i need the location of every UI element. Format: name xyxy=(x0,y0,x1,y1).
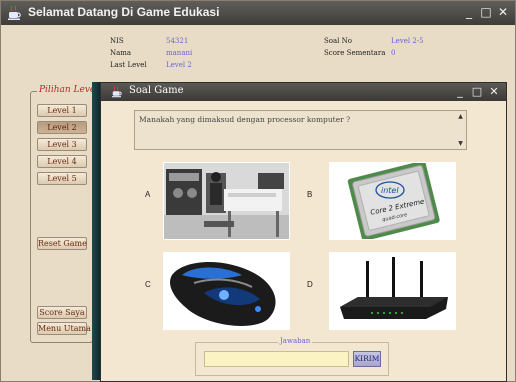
last-level-value: Level 2 xyxy=(166,61,192,69)
level-4-button[interactable]: Level 4 xyxy=(37,155,87,168)
kirim-button[interactable]: KIRIM xyxy=(353,351,381,367)
soal-no-value: Level 2-5 xyxy=(391,37,424,45)
close-icon[interactable]: ✕ xyxy=(488,84,500,100)
reset-game-button[interactable]: Reset Game xyxy=(37,237,87,250)
chip-brand-text: intel xyxy=(381,186,399,195)
level-5-button[interactable]: Level 5 xyxy=(37,172,87,185)
nama-value: manani xyxy=(166,49,193,57)
soal-window-title: Soal Game xyxy=(129,85,184,96)
option-c-letter: C xyxy=(145,280,151,289)
question-textarea[interactable]: Manakah yang dimaksud dengan processor k… xyxy=(134,110,467,150)
scroll-down-icon[interactable]: ▼ xyxy=(457,140,464,147)
soal-game-window: Soal Game _ □ ✕ Manakah yang dimaksud de… xyxy=(100,82,507,382)
score-value: 0 xyxy=(391,49,396,57)
student-info: NIS 54321 Nama manani Last Level Level 2… xyxy=(1,1,516,81)
cpu-chip-icon: intel Core 2 Extreme quad-core xyxy=(330,163,455,239)
soal-titlebar[interactable]: Soal Game _ □ ✕ xyxy=(101,83,506,101)
scroll-up-icon[interactable]: ▲ xyxy=(457,113,464,120)
soal-no-label: Soal No xyxy=(324,37,352,45)
nis-value: 54321 xyxy=(166,37,189,45)
answer-group: Jawaban KIRIM xyxy=(195,337,389,376)
last-level-label: Last Level xyxy=(110,61,147,69)
score-label: Score Sementara xyxy=(324,49,386,57)
question-text: Manakah yang dimaksud dengan processor k… xyxy=(139,115,351,124)
level-2-button[interactable]: Level 2 xyxy=(37,121,87,134)
question-scrollbar[interactable]: ▲ ▼ xyxy=(455,111,466,149)
option-d-image[interactable] xyxy=(329,252,456,330)
mouse-icon xyxy=(164,253,289,329)
sidebar-legend: Pilihan Level xyxy=(37,85,101,95)
option-b-image[interactable]: intel Core 2 Extreme quad-core xyxy=(329,162,456,240)
level-sidebar: Pilihan Level Level 1 Level 2 Level 3 Le… xyxy=(30,85,101,343)
level-3-button[interactable]: Level 3 xyxy=(37,138,87,151)
answer-legend: Jawaban xyxy=(278,337,313,345)
nama-label: Nama xyxy=(110,49,132,57)
vintage-computer-icon xyxy=(164,163,289,239)
nis-label: NIS xyxy=(110,37,124,45)
score-saya-button[interactable]: Score Saya xyxy=(37,306,87,319)
minimize-icon[interactable]: _ xyxy=(454,84,466,100)
option-d-letter: D xyxy=(307,280,313,289)
router-icon xyxy=(330,253,455,329)
option-a-image[interactable] xyxy=(163,162,290,240)
option-b-letter: B xyxy=(307,190,313,199)
java-cup-icon xyxy=(112,86,122,98)
menu-utama-button[interactable]: Menu Utama xyxy=(37,322,91,335)
level-1-button[interactable]: Level 1 xyxy=(37,104,87,117)
option-c-image[interactable] xyxy=(163,252,290,330)
option-a-letter: A xyxy=(145,190,151,199)
answer-input[interactable] xyxy=(204,351,349,367)
maximize-icon[interactable]: □ xyxy=(471,84,483,100)
background-decoration xyxy=(92,82,100,380)
